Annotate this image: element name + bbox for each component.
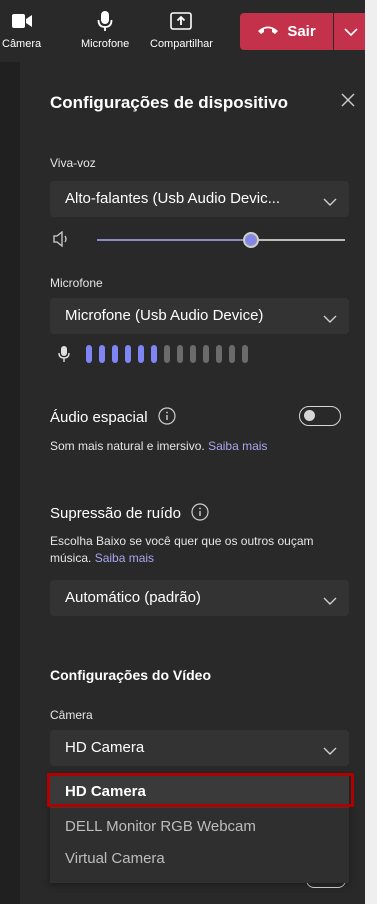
microphone-dropdown[interactable]: Microfone (Usb Audio Device) (50, 298, 349, 334)
info-icon[interactable] (158, 407, 176, 429)
microphone-label: Microfone (50, 276, 103, 290)
camera-option-dell-webcam[interactable]: DELL Monitor RGB Webcam (50, 811, 349, 843)
noise-suppression-learn-more-link[interactable]: Saiba mais (95, 551, 154, 565)
camera-button-label: Câmera (2, 38, 42, 50)
microphone-icon (97, 8, 113, 34)
level-bar (125, 345, 131, 363)
volume-slider-track[interactable] (251, 239, 345, 241)
chevron-down-icon (344, 23, 358, 41)
chevron-down-icon (323, 310, 337, 328)
level-bar (151, 345, 157, 363)
microphone-level-meter (86, 345, 248, 363)
noise-suppression-heading: Supressão de ruído (50, 503, 209, 525)
left-rail (0, 62, 20, 904)
microphone-selected-value: Microfone (Usb Audio Device) (65, 307, 264, 324)
level-bar (164, 345, 170, 363)
microphone-button[interactable]: Microfone (81, 8, 129, 50)
leave-button-label: Sair (287, 23, 316, 40)
camera-option-virtual-camera[interactable]: Virtual Camera (50, 843, 349, 875)
spatial-audio-heading: Áudio espacial (50, 407, 176, 429)
spatial-audio-toggle[interactable] (299, 406, 341, 426)
toggle-knob (304, 410, 315, 421)
chevron-down-icon (323, 193, 337, 211)
camera-label: Câmera (50, 708, 93, 722)
camera-selected-value: HD Camera (65, 739, 145, 756)
noise-suppression-selected-value: Automático (padrão) (65, 589, 201, 606)
level-bar (99, 345, 105, 363)
device-settings-panel: Câmera Microfone Compartilhar Sair Confi… (0, 0, 365, 904)
level-bar (203, 345, 209, 363)
volume-slider-filled (97, 239, 251, 241)
spatial-audio-title: Áudio espacial (50, 408, 148, 426)
level-bar (177, 345, 183, 363)
microphone-button-label: Microfone (81, 38, 130, 50)
hang-up-icon (257, 23, 279, 41)
level-bar (242, 345, 248, 363)
volume-slider-thumb[interactable] (243, 232, 259, 248)
spatial-audio-learn-more-link[interactable]: Saiba mais (208, 439, 267, 453)
camera-dropdown[interactable]: HD Camera (50, 730, 349, 766)
level-bar (112, 345, 118, 363)
close-icon (341, 93, 355, 107)
spatial-audio-description: Som mais natural e imersivo. Saiba mais (50, 438, 355, 455)
share-button[interactable]: Compartilhar (150, 8, 213, 50)
meeting-toolbar: Câmera Microfone Compartilhar Sair (0, 0, 365, 62)
leave-options-button[interactable] (334, 13, 365, 50)
level-bar (229, 345, 235, 363)
level-bar (86, 345, 92, 363)
speaker-volume-icon (53, 230, 71, 252)
annotation-highlight-box (47, 773, 354, 807)
close-button[interactable] (340, 92, 360, 112)
level-bar (138, 345, 144, 363)
panel-title: Configurações de dispositivo (50, 93, 289, 112)
chevron-down-icon (323, 592, 337, 610)
noise-suppression-dropdown[interactable]: Automático (padrão) (50, 580, 349, 616)
chevron-up-icon (323, 742, 337, 760)
microphone-level-icon (58, 345, 70, 368)
speaker-label: Viva-voz (50, 156, 96, 170)
camera-button[interactable]: Câmera (2, 8, 41, 50)
level-bar (216, 345, 222, 363)
spatial-audio-description-text: Som mais natural e imersivo. (50, 439, 205, 453)
level-bar (190, 345, 196, 363)
speaker-dropdown[interactable]: Alto-falantes (Usb Audio Devic... (50, 181, 349, 217)
leave-button[interactable]: Sair (240, 13, 333, 50)
noise-suppression-title: Supressão de ruído (50, 504, 181, 522)
share-screen-icon (170, 8, 193, 34)
noise-suppression-description-text: Escolha Baixo se você quer que os outros… (50, 534, 314, 565)
speaker-selected-value: Alto-falantes (Usb Audio Devic... (65, 190, 281, 207)
share-button-label: Compartilhar (150, 38, 213, 50)
info-icon[interactable] (191, 503, 209, 525)
video-camera-icon (11, 8, 33, 34)
noise-suppression-description: Escolha Baixo se você quer que os outros… (50, 533, 355, 567)
video-settings-heading: Configurações do Vídeo (50, 667, 212, 683)
